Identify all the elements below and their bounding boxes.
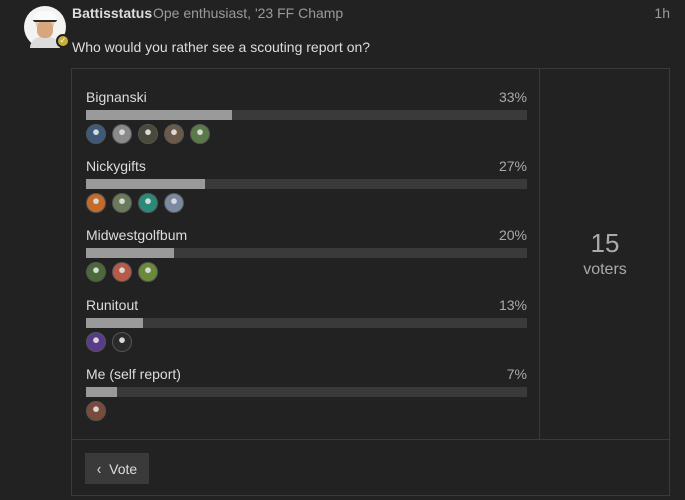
voter-avatar[interactable]	[86, 262, 106, 282]
voter-avatar[interactable]	[138, 124, 158, 144]
voter-avatar[interactable]	[86, 332, 106, 352]
user-title: Ope enthusiast, '23 FF Champ	[153, 5, 344, 21]
poll-option-voters	[86, 193, 184, 213]
poll-option-percent: 27%	[498, 158, 527, 174]
poll-option-percent: 13%	[498, 297, 527, 313]
user-avatar[interactable]: ✓	[24, 6, 70, 48]
poll-option-bar	[86, 179, 527, 189]
voter-avatar[interactable]	[190, 124, 210, 144]
poll-info: 15 voters	[540, 69, 670, 439]
flair-badge-icon: ✓	[56, 34, 70, 48]
voter-avatar[interactable]	[86, 401, 106, 421]
chevron-left-icon: ‹	[96, 459, 102, 478]
poll-option-label: Runitout	[86, 297, 139, 313]
vote-button-label: Vote	[109, 460, 138, 477]
voter-count: 15	[590, 228, 620, 258]
poll-option-percent: 33%	[498, 89, 527, 105]
poll-option-bar	[86, 387, 527, 397]
poll-option-bar-fill	[86, 248, 175, 258]
poll-option-voters	[86, 124, 210, 144]
vote-button[interactable]: ‹ Vote	[85, 453, 149, 484]
voter-avatar[interactable]	[86, 124, 106, 144]
poll-option-voters	[86, 332, 132, 352]
poll-option-bar	[86, 318, 527, 328]
poll-option-label: Midwestgolfbum	[86, 227, 188, 243]
poll-option-bar-fill	[86, 318, 144, 328]
poll-option-bar-fill	[86, 387, 117, 397]
username[interactable]: Battisstatus	[72, 5, 152, 21]
poll-option-label: Nickygifts	[86, 158, 146, 174]
avatar-face	[37, 21, 53, 38]
voter-avatar[interactable]	[112, 332, 132, 352]
post: ✓ Battisstatus Ope enthusiast, '23 FF Ch…	[0, 0, 685, 500]
poll-option-label: Me (self report)	[86, 366, 181, 382]
voter-avatar[interactable]	[112, 193, 132, 213]
voter-avatar[interactable]	[138, 262, 158, 282]
voter-avatar[interactable]	[164, 124, 184, 144]
poll-question: Who would you rather see a scouting repo…	[72, 39, 371, 55]
poll-options: Bignanski 33% Nickygifts 27% Midwestgolf…	[72, 69, 540, 439]
poll-option-bar	[86, 110, 527, 120]
post-time[interactable]: 1h	[654, 5, 670, 21]
avatar-cap	[33, 11, 57, 22]
voter-avatar[interactable]	[138, 193, 158, 213]
poll-option-bar	[86, 248, 527, 258]
poll-option-voters	[86, 262, 158, 282]
poll-option-bar-fill	[86, 110, 232, 120]
poll-option-percent: 7%	[506, 366, 527, 382]
poll-footer: ‹ Vote	[72, 439, 670, 496]
voter-avatar[interactable]	[86, 193, 106, 213]
poll-option-voters	[86, 401, 106, 421]
poll-option-percent: 20%	[498, 227, 527, 243]
voter-label: voters	[583, 261, 627, 278]
voter-avatar[interactable]	[112, 124, 132, 144]
voter-avatar[interactable]	[164, 193, 184, 213]
poll: Bignanski 33% Nickygifts 27% Midwestgolf…	[71, 68, 670, 496]
poll-option-label: Bignanski	[86, 89, 147, 105]
voter-avatar[interactable]	[112, 262, 132, 282]
poll-option-bar-fill	[86, 179, 206, 189]
